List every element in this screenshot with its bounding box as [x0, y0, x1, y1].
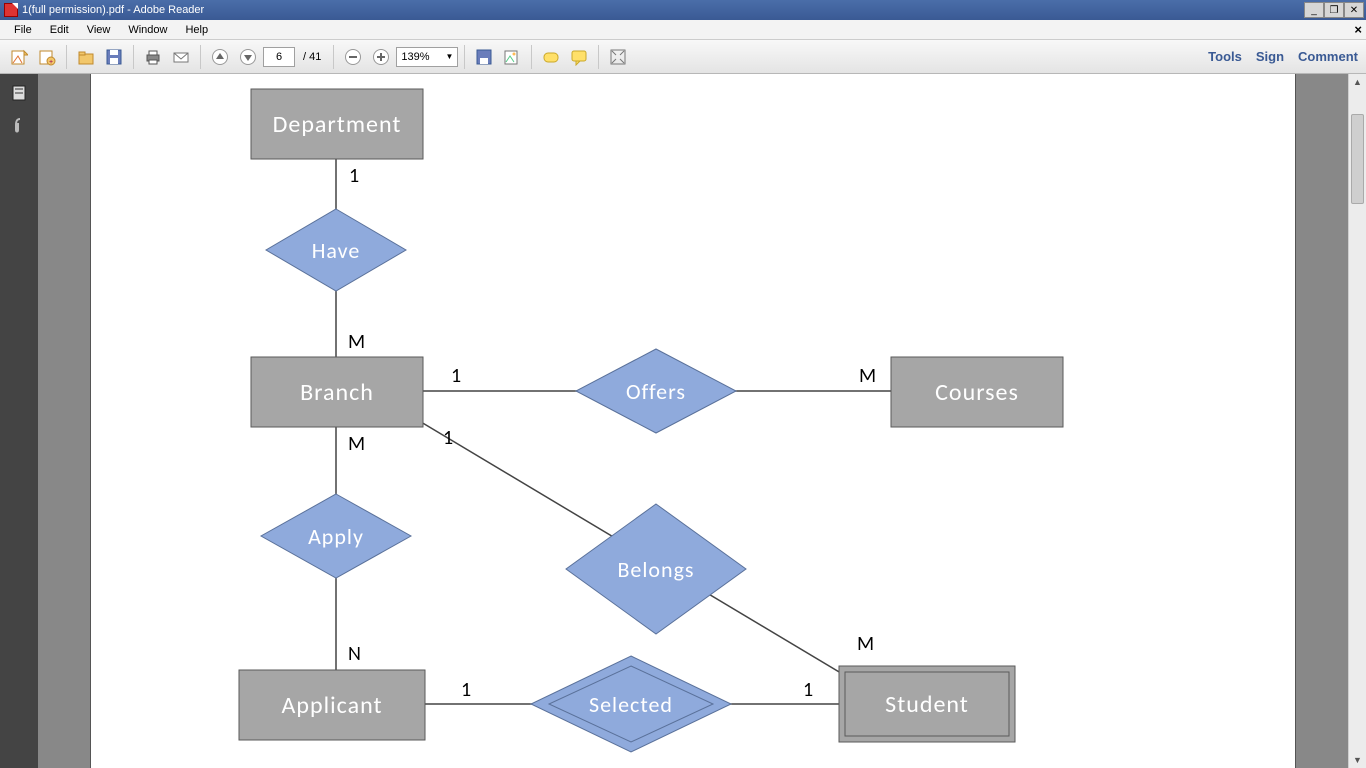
attachments-icon[interactable] — [8, 114, 30, 136]
svg-text:Department: Department — [273, 110, 402, 139]
main-toolbar: + / 41 139% ▼ — [0, 40, 1366, 74]
separator — [464, 45, 465, 69]
card-branch-apply: M — [348, 432, 365, 456]
vertical-scrollbar[interactable]: ▲ ▼ — [1348, 74, 1366, 768]
svg-text:Courses: Courses — [935, 378, 1019, 407]
separator — [531, 45, 532, 69]
save-copy-icon[interactable] — [471, 44, 497, 70]
snapshot-icon[interactable] — [499, 44, 525, 70]
highlight-icon[interactable] — [538, 44, 564, 70]
svg-text:Branch: Branch — [300, 378, 374, 407]
document-close-button[interactable]: × — [1354, 22, 1362, 37]
comment-icon[interactable] — [566, 44, 592, 70]
scroll-down-icon[interactable]: ▼ — [1349, 752, 1366, 768]
restore-button[interactable]: ❐ — [1324, 2, 1344, 18]
zoom-in-icon[interactable] — [368, 44, 394, 70]
menu-edit[interactable]: Edit — [42, 22, 77, 38]
menu-window[interactable]: Window — [120, 22, 175, 38]
svg-text:Have: Have — [312, 237, 361, 264]
card-belongs-student: M — [857, 632, 874, 656]
menu-file[interactable]: File — [6, 22, 40, 38]
tools-link[interactable]: Tools — [1208, 49, 1242, 64]
page-up-icon[interactable] — [207, 44, 233, 70]
relation-apply: Apply — [261, 494, 411, 578]
window-title: 1(full permission).pdf - Adobe Reader — [22, 4, 204, 16]
separator — [200, 45, 201, 69]
relation-have: Have — [266, 209, 406, 291]
scroll-up-icon[interactable]: ▲ — [1349, 74, 1366, 90]
svg-text:+: + — [49, 59, 53, 66]
page-down-icon[interactable] — [235, 44, 261, 70]
separator — [66, 45, 67, 69]
entity-department: Department — [251, 89, 423, 159]
separator — [598, 45, 599, 69]
entity-courses: Courses — [891, 357, 1063, 427]
thumbnails-icon[interactable] — [8, 82, 30, 104]
svg-text:Offers: Offers — [626, 378, 686, 405]
page-total-label: / 41 — [297, 51, 327, 63]
minimize-button[interactable]: _ — [1304, 2, 1324, 18]
chevron-down-icon: ▼ — [445, 52, 453, 61]
email-icon[interactable] — [168, 44, 194, 70]
svg-text:Applicant: Applicant — [282, 691, 383, 720]
entity-student: Student — [839, 666, 1015, 742]
separator — [333, 45, 334, 69]
open-icon[interactable] — [73, 44, 99, 70]
pdf-file-icon — [4, 3, 18, 17]
card-apply-applicant: N — [348, 642, 361, 666]
close-button[interactable]: ✕ — [1344, 2, 1364, 18]
page-view: Department Have Branch Offers Courses — [90, 74, 1296, 768]
relation-offers: Offers — [576, 349, 736, 433]
card-branch-offers: 1 — [451, 364, 461, 388]
page-number-input[interactable] — [263, 47, 295, 67]
sign-link[interactable]: Sign — [1256, 49, 1284, 64]
menu-view[interactable]: View — [79, 22, 119, 38]
comment-link[interactable]: Comment — [1298, 49, 1358, 64]
er-diagram: Department Have Branch Offers Courses — [91, 74, 1297, 768]
document-area[interactable]: Department Have Branch Offers Courses — [38, 74, 1348, 768]
card-dep-have: 1 — [349, 164, 359, 188]
navigation-pane — [0, 74, 38, 768]
card-branch-belongs: 1 — [443, 426, 453, 450]
zoom-out-icon[interactable] — [340, 44, 366, 70]
toolbar-right-links: Tools Sign Comment — [1208, 49, 1358, 64]
menu-help[interactable]: Help — [177, 22, 216, 38]
scroll-thumb[interactable] — [1351, 114, 1364, 204]
card-offers-courses: M — [859, 364, 876, 388]
entity-branch: Branch — [251, 357, 423, 427]
card-have-branch: M — [348, 330, 365, 354]
card-selected-student: 1 — [803, 678, 813, 702]
window-titlebar: 1(full permission).pdf - Adobe Reader _ … — [0, 0, 1366, 20]
zoom-value: 139% — [401, 51, 429, 63]
print-icon[interactable] — [140, 44, 166, 70]
svg-text:Student: Student — [885, 690, 969, 719]
card-applicant-selected: 1 — [461, 678, 471, 702]
menu-bar: File Edit View Window Help × — [0, 20, 1366, 40]
separator — [133, 45, 134, 69]
svg-text:Selected: Selected — [589, 691, 673, 718]
entity-applicant: Applicant — [239, 670, 425, 740]
export-pdf-icon[interactable] — [6, 44, 32, 70]
zoom-select[interactable]: 139% ▼ — [396, 47, 458, 67]
svg-text:Apply: Apply — [308, 523, 364, 550]
relation-belongs: Belongs — [566, 504, 746, 634]
svg-text:Belongs: Belongs — [617, 556, 694, 583]
relation-selected: Selected — [531, 656, 731, 752]
window-buttons: _ ❐ ✕ — [1304, 2, 1364, 18]
save-icon[interactable] — [101, 44, 127, 70]
create-pdf-icon[interactable]: + — [34, 44, 60, 70]
read-mode-icon[interactable] — [605, 44, 631, 70]
